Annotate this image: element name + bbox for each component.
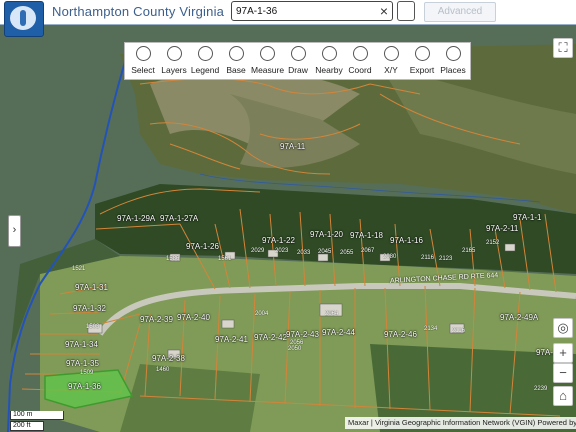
house-number: 2050	[288, 346, 302, 352]
export-tool-button[interactable]: Export	[406, 45, 438, 77]
house-number: 2116	[421, 255, 434, 261]
parcel-label: 97A-2-46	[384, 330, 417, 339]
locate-icon: ◎	[557, 320, 569, 335]
house-number: 1509	[80, 370, 94, 376]
house-number: 2123	[439, 256, 453, 262]
parcel-label: 97A-2-39	[140, 315, 173, 324]
layers-tool-button[interactable]: Layers	[158, 45, 190, 77]
parcel-label: 97A-2-44	[322, 328, 355, 337]
parcel-label: 97A-1-18	[350, 231, 383, 240]
parcel-label: 97A-11	[280, 142, 306, 151]
nearby-tool-button[interactable]: Nearby	[313, 45, 345, 77]
house-number: 1503	[86, 324, 100, 330]
parcel-label: 97A-1-27A	[160, 214, 199, 223]
zoom-out-button[interactable]: −	[553, 363, 573, 383]
parcel-label: 97A-2-38	[152, 354, 185, 363]
house-number: 1460	[156, 367, 170, 373]
draw-tool-button[interactable]: Draw	[282, 45, 314, 77]
house-number: 1561	[218, 256, 232, 262]
plus-icon: +	[559, 345, 567, 360]
fullscreen-icon: ⛶	[558, 40, 568, 55]
parcel-label: 97A-2-41	[215, 335, 248, 344]
nearby-icon	[321, 46, 337, 61]
house-number: 2239	[534, 386, 548, 392]
parcel-label: 97A-1-35	[66, 359, 99, 368]
app-title: Northampton County Virginia	[52, 4, 225, 19]
parcel-label: 97A-2-42	[254, 333, 287, 342]
zoom-in-button[interactable]: +	[553, 343, 573, 363]
xy-icon	[383, 46, 399, 61]
parcel-label: 97A-1-34	[65, 340, 98, 349]
map-attribution: Maxar | Virginia Geographic Information …	[345, 417, 576, 429]
house-number: 1586	[166, 256, 180, 262]
house-number: 2023	[275, 248, 289, 254]
house-number: 2004	[255, 311, 269, 317]
draw-icon	[290, 46, 306, 61]
side-panel-toggle[interactable]: ›	[8, 215, 21, 247]
clear-search-icon[interactable]: ×	[380, 2, 388, 20]
parcel-label: 97A-2-40	[177, 313, 210, 322]
scale-bar-metric: 100 m	[10, 411, 64, 420]
places-tool-button[interactable]: Places	[437, 45, 469, 77]
parcel-label-selected[interactable]: 97A-1-36	[68, 382, 101, 391]
measure-icon	[259, 46, 275, 61]
parcel-label: 97A-1-1	[513, 213, 542, 222]
legend-icon	[197, 46, 213, 61]
search-box: ×	[231, 1, 393, 21]
search-button[interactable]	[397, 1, 415, 21]
parcel-label: 97A-2-43	[286, 330, 319, 339]
select-tool-button[interactable]: Select	[127, 45, 159, 77]
locate-button[interactable]: ◎	[553, 318, 573, 338]
advanced-search-button[interactable]: Advanced	[424, 2, 496, 22]
parcel-label: 97A-1-31	[75, 283, 108, 292]
home-icon: ⌂	[559, 388, 567, 403]
home-button[interactable]: ⌂	[553, 386, 573, 406]
parcel-label: 97A-1-29A	[117, 214, 156, 223]
house-number: 2029	[251, 248, 265, 254]
parcel-label: 97A-1-20	[310, 230, 343, 239]
base-tool-button[interactable]: Base	[220, 45, 252, 77]
house-number: 1521	[72, 266, 86, 272]
house-number: 2080	[383, 254, 397, 260]
county-seal-logo	[4, 1, 44, 37]
search-input[interactable]	[236, 3, 372, 19]
parcel-label: 97A-2-49A	[500, 313, 539, 322]
parcel-label: 97A-1-22	[262, 236, 295, 245]
house-number: 2033	[297, 250, 311, 256]
xy-tool-button[interactable]: X/Y	[375, 45, 407, 77]
fullscreen-button[interactable]: ⛶	[553, 38, 573, 58]
scale-bar-imperial: 200 ft	[10, 421, 44, 431]
select-icon	[135, 46, 151, 61]
export-icon	[414, 46, 430, 61]
map-view[interactable]: 97A-11 97A-1-29A 97A-1-27A 97A-1-26 97A-…	[0, 24, 576, 432]
parcel-label: 97A-1-26	[186, 242, 219, 251]
house-number: 2067	[361, 248, 375, 254]
places-icon	[445, 46, 461, 61]
house-number: 2055	[340, 250, 354, 256]
coord-tool-button[interactable]: Coord	[344, 45, 376, 77]
header-bar: Northampton County Virginia × Advanced	[0, 0, 576, 25]
map-toolbar: Select Layers Legend Base Measure Draw N…	[124, 42, 471, 80]
coord-icon	[352, 46, 368, 61]
house-number: 2064	[325, 311, 339, 317]
parcel-label: 97A-1-16	[390, 236, 423, 245]
house-number: 2165	[462, 248, 476, 254]
parcel-label: 97A-1-32	[73, 304, 106, 313]
parcel-label: 97A-2-11	[486, 224, 519, 233]
measure-tool-button[interactable]: Measure	[251, 45, 284, 77]
house-number: 2045	[318, 249, 332, 255]
minus-icon: −	[559, 365, 567, 380]
chevron-right-icon: ›	[12, 224, 17, 236]
house-number: 2134	[424, 326, 438, 332]
layers-icon	[166, 46, 182, 61]
basemap-icon	[228, 46, 244, 61]
house-number: 2152	[486, 240, 500, 246]
house-number: 2116	[452, 328, 465, 334]
legend-tool-button[interactable]: Legend	[189, 45, 221, 77]
